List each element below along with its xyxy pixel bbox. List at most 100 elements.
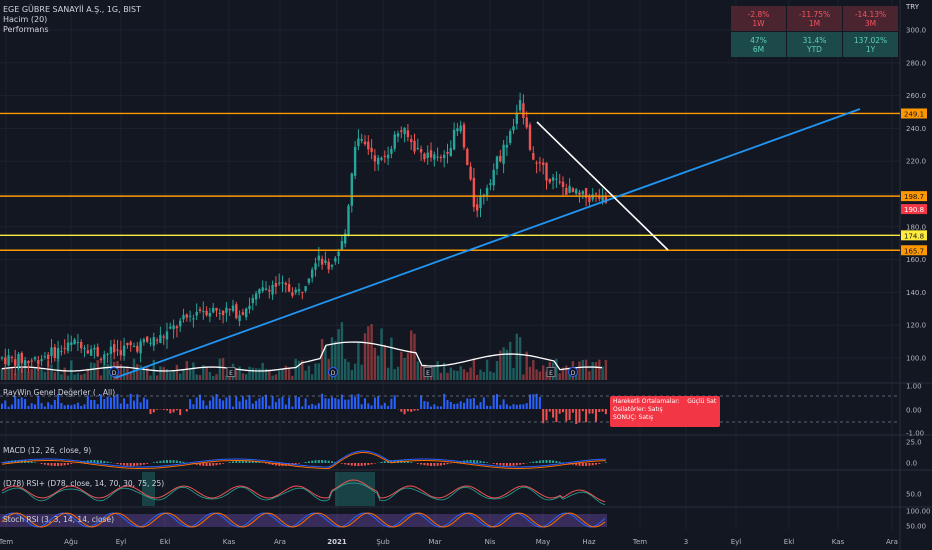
- candle-body: [212, 307, 215, 313]
- raywin-legend[interactable]: RayWin Genel Değerler ( , All): [3, 388, 115, 397]
- candle-body: [340, 241, 344, 251]
- candle-body: [258, 289, 261, 294]
- candle-body: [469, 166, 472, 180]
- chart-canvas[interactable]: DEDEED 300.0280.0260.0240.0220.0200.0180…: [0, 0, 932, 550]
- macd-histogram-bar: [265, 463, 267, 464]
- time-axis[interactable]: Tem Ağu Eyl Ekl Kas Ara 2021 Şub Mar Nis May Haz Tem…: [0, 538, 898, 546]
- volume-bar: [482, 371, 485, 380]
- macd-histogram-bar: [30, 461, 33, 463]
- performance-legend[interactable]: Performans: [3, 25, 49, 35]
- raywin-bar: [53, 399, 56, 409]
- volume-bar: [149, 375, 152, 380]
- raywin-bar: [139, 402, 142, 409]
- macd-histogram-bar: [344, 463, 347, 465]
- macd-histogram-bar: [529, 462, 531, 463]
- candle-body: [459, 125, 462, 132]
- candle-body: [330, 264, 334, 267]
- macd-histogram-bar: [314, 460, 317, 463]
- volume-bar: [581, 359, 584, 380]
- macd-histogram-bar: [218, 463, 221, 465]
- candle-body: [538, 162, 542, 164]
- raywin-bar: [301, 406, 304, 409]
- raywin-bar: [426, 401, 429, 409]
- volume-bar: [27, 371, 30, 380]
- volume-legend[interactable]: Hacim (20): [3, 15, 47, 25]
- volume-bar: [518, 337, 522, 380]
- raywin-bar: [585, 409, 588, 423]
- macd-histogram-bar: [50, 463, 53, 466]
- candle-body: [416, 147, 419, 149]
- candle-body: [291, 292, 294, 296]
- macd-histogram-bar: [40, 463, 43, 464]
- uptrend-line: [114, 108, 861, 379]
- price-axis-label: 100.0: [906, 355, 926, 363]
- volume-bar: [317, 363, 320, 380]
- time-axis-label: 2021: [327, 538, 347, 546]
- raywin-bar: [195, 397, 198, 409]
- candle-body: [142, 339, 146, 343]
- volume-bar: [367, 326, 370, 380]
- symbol-title[interactable]: EGE GÜBRE SANAYİİ A.Ş., 1G, BIST: [3, 5, 141, 15]
- candle-body: [215, 307, 218, 311]
- macd-histogram-bar: [383, 461, 386, 463]
- candle-body: [327, 261, 330, 270]
- macd-histogram-bar: [321, 460, 324, 463]
- raywin-bar: [241, 396, 244, 409]
- candle-body: [528, 124, 532, 150]
- macd-histogram-bar: [367, 463, 370, 465]
- macd-histogram-bar: [324, 460, 327, 463]
- volume-bar: [413, 333, 416, 380]
- volume-bar: [96, 360, 99, 380]
- raywin-bar: [367, 403, 370, 409]
- macd-histogram-bar: [350, 463, 353, 466]
- time-axis-label: Kas: [832, 538, 845, 546]
- volume-bar: [472, 358, 476, 380]
- candle-body: [446, 151, 449, 154]
- volume-bar: [221, 358, 225, 380]
- raywin-bar: [284, 404, 287, 409]
- macd-histogram-bar: [509, 463, 512, 466]
- volume-bar: [7, 367, 10, 380]
- currency-label[interactable]: TRY: [906, 3, 919, 11]
- perf-value: -2.8%: [747, 9, 770, 19]
- price-axis-label: 220.0: [906, 158, 926, 166]
- candle-body: [208, 312, 212, 317]
- macd-histogram-bar: [119, 463, 122, 465]
- raywin-bar: [96, 404, 99, 409]
- volume-bar: [284, 365, 287, 380]
- volume-bar: [304, 370, 307, 380]
- macd-histogram-bar: [555, 460, 558, 463]
- price-axis[interactable]: 300.0280.0260.0240.0220.0200.0180.0160.0…: [901, 27, 931, 531]
- volume-bar: [393, 369, 396, 380]
- macd-histogram-bar: [47, 463, 50, 466]
- rsi-legend[interactable]: (D78) RSI+ (D78, close, 14, 70, 30, 75, …: [3, 479, 164, 488]
- candle-body: [555, 178, 558, 180]
- macd-histogram-bar: [235, 460, 238, 463]
- macd-legend[interactable]: MACD (12, 26, close, 9): [3, 446, 91, 455]
- raywin-bar: [212, 396, 215, 409]
- candle-body: [548, 178, 551, 183]
- volume-bar: [542, 365, 545, 380]
- volume-bar: [324, 345, 327, 380]
- price-tag-label: 165.7: [904, 247, 924, 255]
- volume-bar: [195, 374, 198, 380]
- time-axis-label: Mar: [428, 538, 441, 546]
- volume-bar: [532, 360, 535, 380]
- candle-body: [406, 130, 410, 138]
- stoch-rsi-legend[interactable]: Stoch RSI (3, 3, 14, 14, close): [3, 515, 114, 524]
- raywin-bar: [248, 395, 251, 409]
- macd-histogram-bar: [426, 463, 429, 466]
- event-marker: E: [226, 367, 236, 377]
- candle-body: [188, 315, 192, 317]
- volume-bar: [60, 374, 63, 380]
- candle-body: [182, 314, 185, 320]
- candle-body: [439, 157, 443, 159]
- raywin-bar: [136, 394, 139, 409]
- price-axis-label: 120.0: [906, 322, 926, 330]
- candle-body: [0, 357, 4, 359]
- volume-bar: [406, 352, 410, 380]
- raywin-bar: [261, 396, 264, 409]
- raywin-bar: [199, 394, 201, 409]
- raywin-bar: [377, 396, 380, 409]
- volume-bar: [535, 369, 538, 380]
